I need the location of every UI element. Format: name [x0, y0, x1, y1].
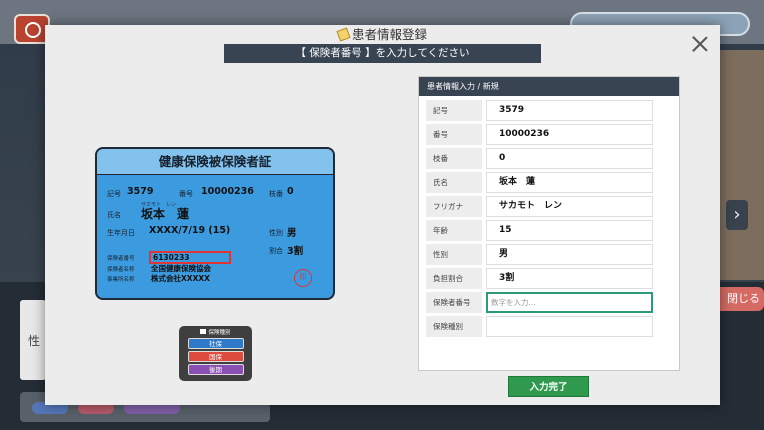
card-sex-value: 男: [287, 228, 297, 239]
form-label: 保険者番号: [426, 292, 482, 313]
modal-title: 患者情報登録: [45, 25, 720, 43]
bangou-field[interactable]: 10000236: [486, 124, 653, 145]
seal-icon: 印: [294, 269, 312, 287]
form-label: 負担割合: [426, 268, 482, 289]
card-bangou-label: 番号: [179, 190, 193, 198]
card-name-value: 坂本 蓮: [141, 207, 190, 221]
card-edaban-label: 枝番: [269, 190, 283, 198]
insurance-type-field[interactable]: [486, 316, 653, 337]
kigou-field[interactable]: 3579: [486, 100, 653, 121]
next-arrow-icon: ›: [726, 200, 748, 230]
submit-button[interactable]: 入力完了: [508, 376, 589, 397]
patient-registration-modal: 患者情報登録 【 保険者番号 】を入力してください 健康保険被保険者証 記号 3…: [45, 25, 720, 405]
card-ratio-label: 割合: [269, 247, 283, 255]
form-label: 枝番: [426, 148, 482, 169]
card-sex-label: 性別: [269, 229, 283, 237]
card-office-value: 株式会社XXXXX: [151, 274, 210, 283]
card-ratio-value: 3割: [287, 246, 304, 257]
edaban-field[interactable]: 0: [486, 148, 653, 169]
card-name-label: 氏名: [107, 211, 121, 219]
memo-icon: [336, 27, 351, 42]
form-label: 性別: [426, 244, 482, 265]
card-kigou-value: 3579: [127, 186, 154, 197]
building-icon: [200, 329, 207, 334]
card-insurer-name-label: 保険者名称: [107, 267, 135, 273]
modal-title-text: 患者情報登録: [351, 27, 427, 42]
form-label: 番号: [426, 124, 482, 145]
card-birth-value: XXXX/7/19 (15): [149, 225, 231, 236]
name-field[interactable]: 坂本 蓮: [486, 172, 653, 193]
form-label: フリガナ: [426, 196, 482, 217]
card-office-label: 事業所名称: [107, 277, 135, 283]
form-header: 患者情報入力 / 新規: [419, 77, 679, 96]
card-edaban-value: 0: [287, 186, 294, 197]
insurer-number-input[interactable]: 数字を入力...: [486, 292, 653, 313]
sex-field[interactable]: 男: [486, 244, 653, 265]
close-icon[interactable]: [691, 35, 709, 53]
age-field[interactable]: 15: [486, 220, 653, 241]
insurance-card: 健康保険被保険者証 記号 3579 番号 10000236 枝番 0 サカモト …: [95, 147, 335, 300]
card-kigou-label: 記号: [107, 190, 121, 198]
insurance-type-label: 保険種別: [185, 329, 246, 337]
form-label: 氏名: [426, 172, 482, 193]
insurance-type-kouki-button[interactable]: 後期: [187, 364, 244, 375]
patient-info-form: 患者情報入力 / 新規 記号 3579 番号 10000236 枝番 0 氏名 …: [418, 76, 680, 371]
ratio-field[interactable]: 3割: [486, 268, 653, 289]
form-label: 記号: [426, 100, 482, 121]
card-bangou-value: 10000236: [201, 186, 254, 197]
form-label: 年齢: [426, 220, 482, 241]
background-scene: [720, 50, 764, 280]
background-side-card: 性: [20, 300, 46, 380]
card-title: 健康保険被保険者証: [97, 149, 333, 175]
insurance-type-kokuho-button[interactable]: 国保: [187, 351, 244, 362]
card-insurer-no-label: 保険者番号: [107, 256, 135, 262]
form-label: 保険種別: [426, 316, 482, 337]
instruction-banner: 【 保険者番号 】を入力してください: [224, 44, 541, 63]
card-birth-label: 生年月日: [107, 229, 135, 237]
insurance-type-shaho-button[interactable]: 社保: [187, 338, 244, 349]
insurance-type-selector: 保険種別 社保 国保 後期: [179, 326, 252, 381]
furigana-field[interactable]: サカモト レン: [486, 196, 653, 217]
